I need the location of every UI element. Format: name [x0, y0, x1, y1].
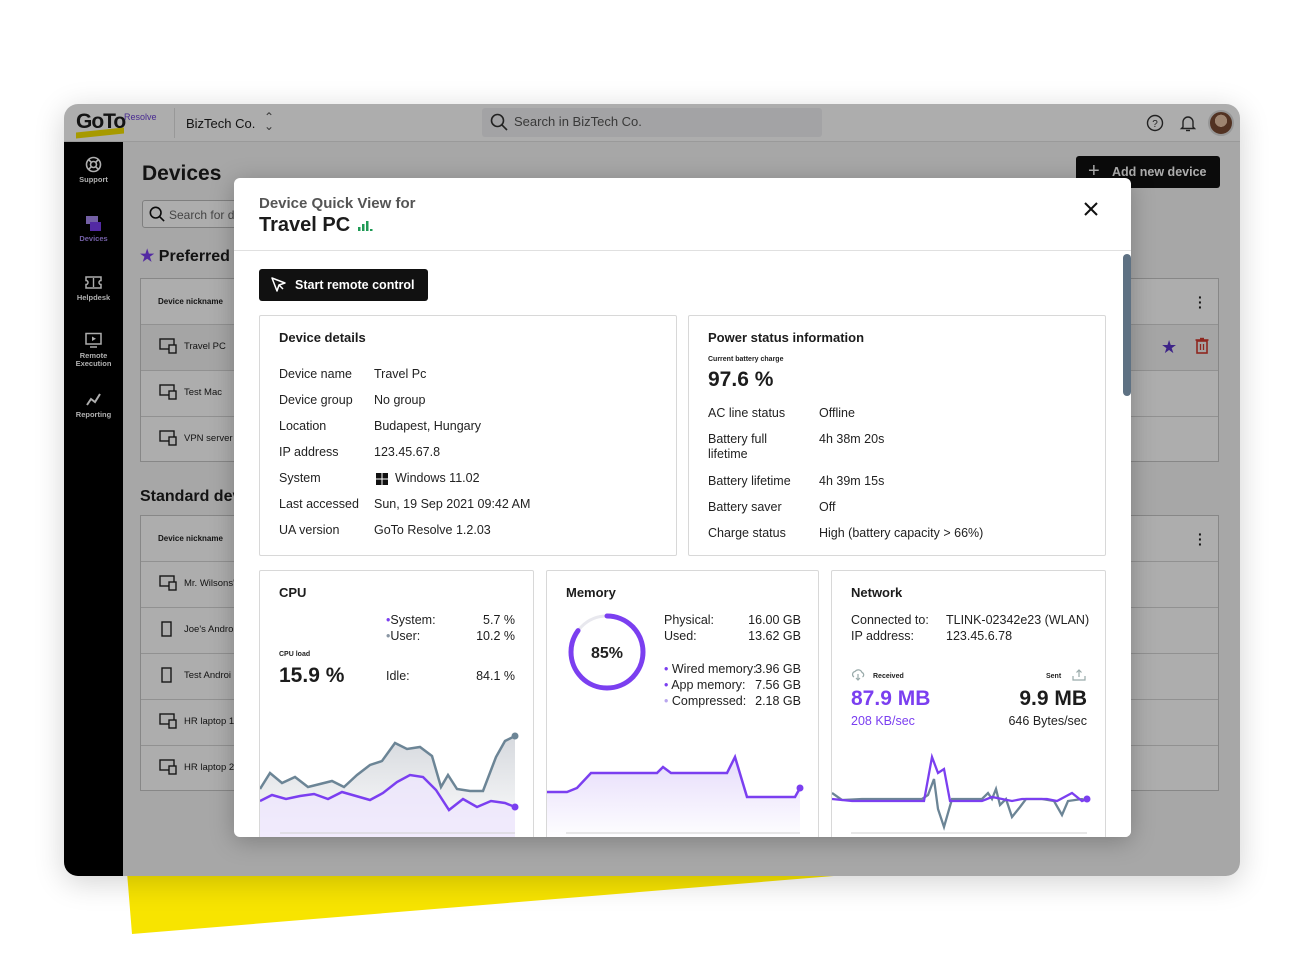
divider	[234, 250, 1131, 251]
network-connected-label: Connected to:	[851, 613, 929, 627]
memory-app-value: 7.56 GB	[755, 678, 801, 692]
cpu-load-value: 15.9 %	[279, 664, 345, 687]
memory-app-label-text: App memory:	[671, 678, 746, 692]
detail-label: Device name	[279, 367, 352, 381]
power-label-line1: Battery full	[708, 432, 768, 446]
device-details-card: Device details Device name Travel Pc Dev…	[259, 315, 677, 556]
charge-value: 97.6 %	[708, 368, 774, 391]
cpu-idle-value: 84.1 %	[476, 669, 515, 683]
power-value: Offline	[819, 406, 855, 420]
power-label: Battery saver	[708, 500, 782, 514]
modal-title: Travel PC	[259, 214, 351, 236]
close-icon[interactable]	[1084, 202, 1098, 216]
windows-icon	[376, 473, 388, 485]
detail-label: Last accessed	[279, 497, 359, 511]
memory-used-label: Used:	[664, 629, 697, 643]
card-title: Power status information	[708, 330, 865, 345]
power-label-line2: lifetime	[708, 447, 748, 461]
app-window: GoTo Resolve BizTech Co. ⌃⌄ ? Support De…	[64, 104, 1240, 876]
memory-gauge-value: 85%	[591, 645, 623, 662]
cpu-system-value: 5.7 %	[483, 613, 515, 627]
detail-value: Travel Pc	[374, 367, 427, 381]
upload-icon	[1072, 669, 1086, 681]
modal-subtitle: Device Quick View for	[259, 195, 416, 212]
network-ip-value: 123.45.6.78	[946, 629, 1013, 643]
memory-app-label: • App memory:	[664, 678, 746, 693]
memory-card: Memory 85% Physical: 16.00 GB Used: 13.6…	[546, 570, 819, 837]
power-value: High (battery capacity > 66%)	[819, 526, 984, 540]
legend-dot: •	[664, 662, 669, 676]
network-connected-value: TLINK-02342e23 (WLAN)	[946, 613, 1090, 627]
memory-usage-chart	[547, 753, 804, 837]
power-label: Battery lifetime	[708, 474, 791, 488]
power-status-card: Power status information Current battery…	[688, 315, 1106, 556]
cpu-user-label-text: User:	[390, 629, 421, 643]
memory-compressed-label: • Compressed:	[664, 694, 746, 709]
cpu-user-value: 10.2 %	[476, 629, 515, 643]
memory-used-value: 13.62 GB	[748, 629, 801, 643]
detail-label: UA version	[279, 523, 340, 537]
power-label: Charge status	[708, 526, 786, 540]
sent-value: 9.9 MB	[1019, 687, 1087, 710]
detail-value: GoTo Resolve 1.2.03	[374, 523, 491, 537]
legend-dot: •	[664, 694, 669, 708]
power-value: 4h 38m 20s	[819, 432, 885, 446]
sent-label: Sent	[1046, 673, 1062, 680]
network-usage-chart	[832, 752, 1091, 834]
card-title: Memory	[566, 585, 616, 600]
power-value: Off	[819, 500, 836, 514]
cpu-load-label: CPU load	[279, 651, 311, 658]
memory-wired-label: • Wired memory:	[664, 662, 757, 677]
legend-dot: •	[664, 678, 669, 692]
cpu-idle-label: Idle:	[386, 669, 410, 683]
cpu-user-label: •User:	[386, 629, 420, 644]
signal-strength-icon	[358, 221, 373, 231]
detail-label: Device group	[279, 393, 353, 407]
received-value: 87.9 MB	[851, 687, 931, 710]
cloud-download-icon	[851, 669, 865, 681]
memory-compressed-value: 2.18 GB	[755, 694, 801, 708]
cursor-icon	[271, 277, 286, 292]
cpu-usage-chart	[260, 732, 519, 837]
device-quick-view-modal: Device Quick View for Travel PC Start re…	[234, 178, 1131, 837]
cpu-system-label-text: System:	[390, 613, 436, 627]
memory-wired-label-text: Wired memory:	[671, 662, 757, 676]
detail-label: IP address	[279, 445, 339, 459]
memory-wired-value: 3.96 GB	[755, 662, 801, 676]
charge-label: Current battery charge	[708, 356, 784, 363]
cpu-card: CPU •System: 5.7 % •User: 10.2 % CPU loa…	[259, 570, 534, 837]
network-ip-label: IP address:	[851, 629, 915, 643]
received-label: Received	[873, 673, 904, 680]
memory-physical-label: Physical:	[664, 613, 715, 627]
power-label: AC line status	[708, 406, 786, 420]
start-remote-control-button[interactable]: Start remote control	[259, 269, 428, 301]
power-value: 4h 39m 15s	[819, 474, 885, 488]
memory-physical-value: 16.00 GB	[748, 613, 801, 627]
start-remote-control-label: Start remote control	[295, 278, 415, 292]
detail-label: Location	[279, 419, 327, 433]
detail-value: Budapest, Hungary	[374, 419, 482, 433]
detail-value: 123.45.67.8	[374, 445, 441, 459]
card-title: Device details	[279, 330, 366, 345]
power-label: Battery full lifetime	[708, 432, 767, 462]
detail-value: Windows 11.02	[395, 471, 480, 485]
detail-value: No group	[374, 393, 426, 407]
memory-compressed-label-text: Compressed:	[671, 694, 747, 708]
scrollbar-thumb[interactable]	[1123, 254, 1131, 396]
detail-label: System	[279, 471, 321, 485]
network-card: Network Connected to: TLINK-02342e23 (WL…	[831, 570, 1106, 837]
card-title: CPU	[279, 585, 307, 600]
cpu-system-label: •System:	[386, 613, 436, 628]
detail-value: Sun, 19 Sep 2021 09:42 AM	[374, 497, 531, 511]
memory-gauge: 85%	[568, 613, 646, 691]
card-title: Network	[851, 585, 903, 600]
